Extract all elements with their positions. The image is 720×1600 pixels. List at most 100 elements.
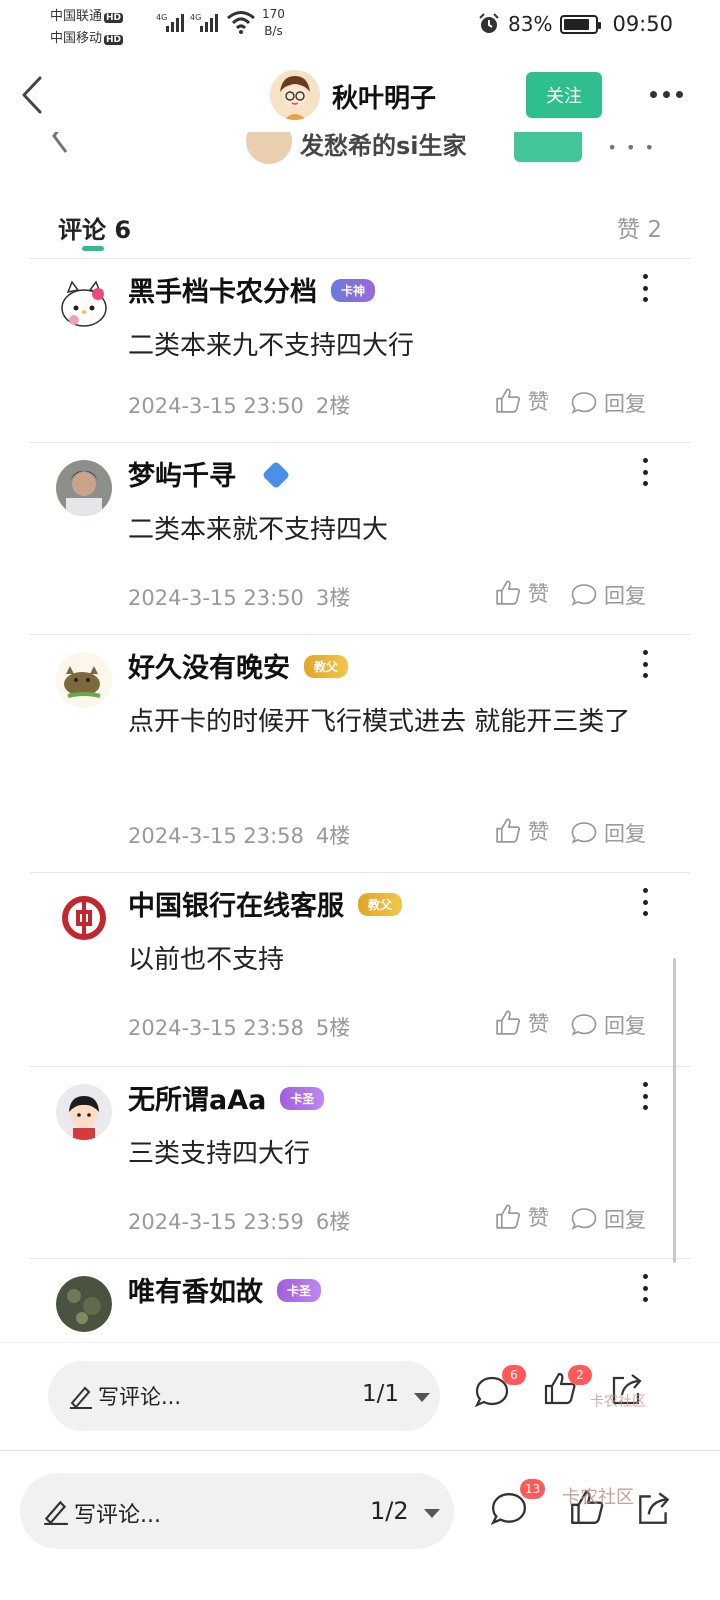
comment-menu-button[interactable] xyxy=(640,1274,650,1302)
background-header-ghost: 发愁希的si生家 • • • xyxy=(0,132,720,166)
comment-menu-button[interactable] xyxy=(640,650,650,678)
comment-floor: 6楼 xyxy=(315,1210,351,1234)
comment-like-button[interactable]: 赞 xyxy=(494,578,549,608)
reply-label: 回复 xyxy=(604,1014,646,1038)
comment-menu-button[interactable] xyxy=(640,1082,650,1110)
comment-count-badge: 6 xyxy=(502,1365,526,1385)
comment-item[interactable]: 无所谓aAa 卡圣三类支持四大行 2024-3-15 23:59 6楼 赞 回复 xyxy=(0,1066,720,1258)
clock: 09:50 xyxy=(612,12,673,36)
commenter-avatar[interactable] xyxy=(56,1084,112,1140)
commenter-name-text[interactable]: 唯有香如故 xyxy=(128,1277,263,1308)
comment-placeholder-secondary: 写评论... xyxy=(74,1503,161,1528)
comment-item[interactable]: 梦屿千寻二类本来就不支持四大 2024-3-15 23:50 3楼 赞 回复 xyxy=(0,442,720,634)
tab-comments[interactable]: 评论 6 xyxy=(58,210,131,245)
comment-reply-button[interactable]: 回复 xyxy=(570,388,646,418)
comment-meta: 2024-3-15 23:58 5楼 xyxy=(128,1012,350,1042)
commenter-name-text[interactable]: 黑手档卡农分档 xyxy=(128,277,317,308)
commenter-name-text[interactable]: 无所谓aAa xyxy=(128,1085,266,1116)
comment-meta: 2024-3-15 23:50 2楼 xyxy=(128,390,350,420)
share-icon[interactable] xyxy=(634,1489,674,1527)
comment-meta: 2024-3-15 23:50 3楼 xyxy=(128,582,350,612)
tab-active-indicator xyxy=(82,246,104,251)
page-indicator-secondary[interactable]: 1/2 xyxy=(370,1497,409,1525)
comment-text: 三类支持四大行 xyxy=(128,1139,311,1169)
like-count-badge: 2 xyxy=(568,1365,592,1385)
commenter-name[interactable]: 无所谓aAa 卡圣 xyxy=(128,1078,325,1117)
comment-menu-button[interactable] xyxy=(640,458,650,486)
chevron-down-icon[interactable] xyxy=(424,1509,440,1518)
reply-bubble-icon xyxy=(571,1208,597,1230)
commenter-name-text[interactable]: 中国银行在线客服 xyxy=(128,891,344,922)
comment-item[interactable]: 唯有香如故 卡圣 xyxy=(0,1258,720,1342)
rank-badge: 卡神 xyxy=(331,279,376,302)
comment-like-button[interactable]: 赞 xyxy=(494,1202,549,1232)
comment-input[interactable]: 写评论... 1/1 xyxy=(48,1361,440,1431)
commenter-avatar[interactable] xyxy=(56,1276,112,1332)
svg-text:4G: 4G xyxy=(190,13,201,22)
chevron-down-icon[interactable] xyxy=(414,1393,430,1402)
more-options-button[interactable] xyxy=(650,84,690,104)
comment-floor: 3楼 xyxy=(315,586,351,610)
commenter-name[interactable]: 好久没有晚安 教父 xyxy=(128,646,349,685)
rank-badge: 教父 xyxy=(358,893,403,916)
comment-text: 以前也不支持 xyxy=(128,945,285,975)
comment-like-button[interactable]: 赞 xyxy=(494,1008,549,1038)
comment-like-button[interactable]: 赞 xyxy=(494,386,549,416)
net-speed: 170 B/s xyxy=(262,7,285,38)
like-label: 赞 xyxy=(528,390,549,414)
commenter-avatar[interactable] xyxy=(56,890,112,946)
like-label: 赞 xyxy=(528,1206,549,1230)
reply-bubble-icon xyxy=(571,822,597,844)
commenter-name[interactable]: 中国银行在线客服 教父 xyxy=(128,884,403,923)
scrollbar[interactable] xyxy=(673,958,676,1263)
comment-date: 2024-3-15 23:50 xyxy=(128,394,304,418)
ghost-follow-button xyxy=(514,132,582,162)
like-label: 赞 xyxy=(528,582,549,606)
commenter-avatar[interactable] xyxy=(56,276,112,332)
signal-icon-2: 4G xyxy=(190,13,218,32)
reply-label: 回复 xyxy=(604,392,646,416)
comment-item[interactable]: 中国银行在线客服 教父以前也不支持 2024-3-15 23:58 5楼 赞 回复 xyxy=(0,872,720,1066)
comment-meta: 2024-3-15 23:58 4楼 xyxy=(128,820,350,850)
comment-text: 二类本来就不支持四大 xyxy=(128,515,389,545)
comment-item[interactable]: 黑手档卡农分档 卡神二类本来九不支持四大行 2024-3-15 23:50 2楼 赞 回复 xyxy=(0,258,720,442)
watermark: 卡农社区 xyxy=(590,1394,646,1410)
ghost-avatar xyxy=(246,132,292,164)
svg-text:4G: 4G xyxy=(156,13,167,22)
comment-menu-button[interactable] xyxy=(640,274,650,302)
tab-likes[interactable]: 赞 2 xyxy=(617,210,662,244)
comment-text: 点开卡的时候开飞行模式进去 就能开三类了 xyxy=(128,707,631,737)
comment-meta: 2024-3-15 23:59 6楼 xyxy=(128,1206,350,1236)
reply-bubble-icon xyxy=(571,1014,597,1036)
thumbs-up-icon xyxy=(496,818,521,843)
comment-reply-button[interactable]: 回复 xyxy=(570,1010,646,1040)
comment-input-secondary[interactable]: 写评论... 1/2 xyxy=(20,1473,454,1549)
commenter-name[interactable]: 唯有香如故 卡圣 xyxy=(128,1270,322,1309)
commenter-name[interactable]: 黑手档卡农分档 卡神 xyxy=(128,270,376,309)
commenter-avatar[interactable] xyxy=(56,652,112,708)
ghost-back-icon xyxy=(52,132,68,153)
comment-item[interactable]: 好久没有晚安 教父点开卡的时候开飞行模式进去 就能开三类了 2024-3-15 23… xyxy=(0,634,720,872)
carrier-2: 中国移动 HD xyxy=(50,31,124,46)
author-name[interactable]: 秋叶明子 xyxy=(332,78,436,115)
comment-text: 二类本来九不支持四大行 xyxy=(128,331,415,361)
back-button[interactable] xyxy=(16,70,56,120)
commenter-name[interactable]: 梦屿千寻 xyxy=(128,454,291,493)
page-indicator[interactable]: 1/1 xyxy=(362,1381,399,1407)
like-label: 赞 xyxy=(528,820,549,844)
post-header: 秋叶明子 关注 xyxy=(0,60,720,130)
comment-reply-button[interactable]: 回复 xyxy=(570,1204,646,1234)
ghost-more-icon: • • • xyxy=(607,138,656,157)
comment-reply-button[interactable]: 回复 xyxy=(570,818,646,848)
bottom-bar: 写评论... 1/1 6 2 卡农社区 xyxy=(0,1342,720,1450)
commenter-name-text[interactable]: 好久没有晚安 xyxy=(128,653,290,684)
follow-button[interactable]: 关注 xyxy=(526,72,602,118)
commenter-avatar[interactable] xyxy=(56,460,112,516)
commenter-name-text[interactable]: 梦屿千寻 xyxy=(128,461,236,492)
comment-like-button[interactable]: 赞 xyxy=(494,816,549,846)
thumbs-up-icon xyxy=(496,1204,521,1229)
author-avatar[interactable] xyxy=(270,70,320,120)
battery-icon xyxy=(560,14,602,34)
comment-menu-button[interactable] xyxy=(640,888,650,916)
comment-reply-button[interactable]: 回复 xyxy=(570,580,646,610)
